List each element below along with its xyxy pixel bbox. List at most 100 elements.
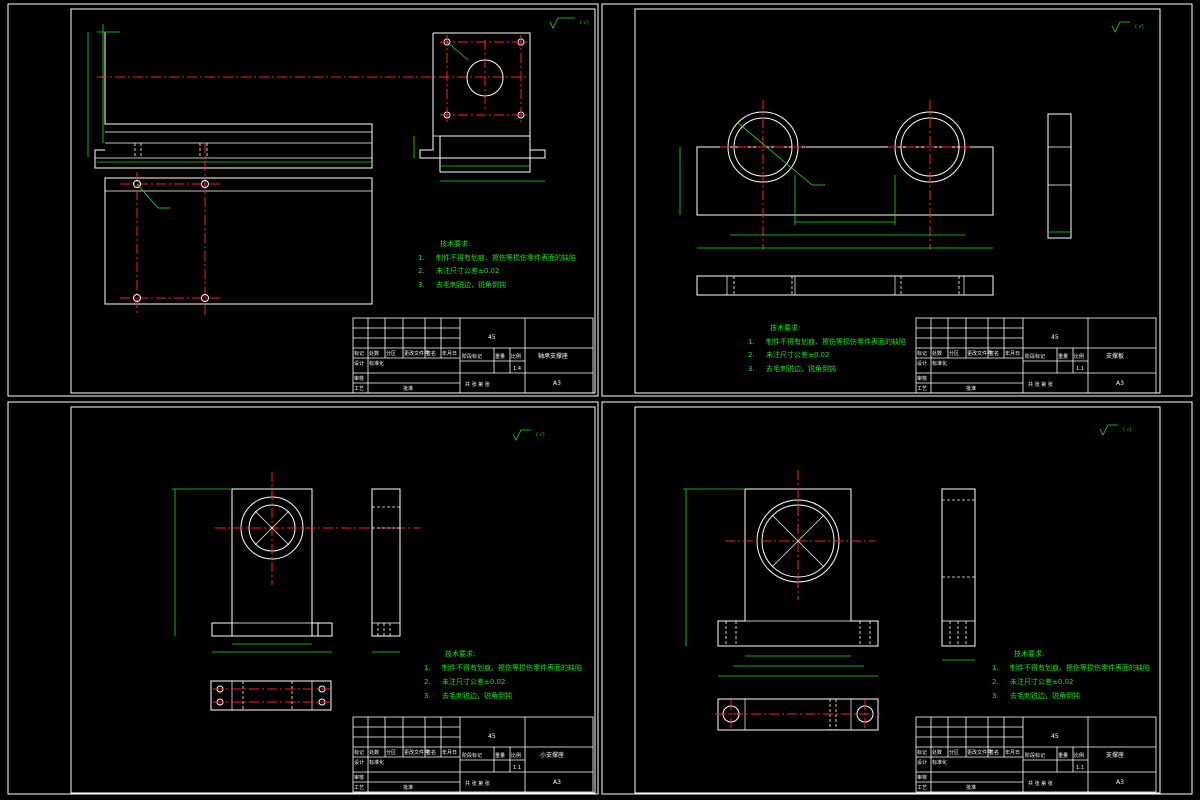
title-block: 标记 处数 分区 更改文件号 签名 年月日 设计 标准化 审核 工艺 批准 阶段…	[915, 317, 1157, 394]
tb-label-date: 年月日	[442, 350, 457, 357]
sheet-inner-frame	[70, 406, 596, 794]
tb-label-approve: 批准	[403, 784, 413, 791]
sheet-outer-border	[601, 401, 1193, 795]
roughness-symbol: ( √)	[1099, 424, 1132, 436]
title-block: 标记 处数 分区 更改文件号 签名 年月日 设计 标准化 审核 工艺 批准 阶段…	[915, 716, 1157, 793]
notes-item-3-number: 3.	[748, 365, 755, 373]
notes-item-2-text: 未注尺寸公差±0.02	[442, 677, 505, 686]
sheet-top-right: ( √) 技术要求: 1. 制件不得有划痕、擦伤等损伤零件表面的缺陷 2. 未注…	[601, 3, 1193, 397]
tb-part-name: 小支撑座	[540, 751, 564, 759]
tb-scale: 1:4	[513, 366, 521, 372]
notes-item-2-text: 未注尺寸公差±0.02	[1010, 677, 1073, 686]
tb-label-std: 标准化	[932, 759, 947, 766]
side-view-bearing-housing	[413, 32, 546, 182]
tb-label-stage: 阶段标记	[1025, 752, 1045, 759]
tb-label-ratio: 比例	[511, 752, 521, 759]
notes-item-2-text: 未注尺寸公差±0.02	[766, 350, 829, 359]
tb-label-zone: 分区	[949, 749, 959, 756]
tb-material: 45	[1051, 334, 1059, 341]
tb-scale: 1:1	[1076, 765, 1084, 771]
notes-item-3-text: 去毛刺锐边，锐角倒钝	[442, 691, 512, 700]
tb-material: 45	[1051, 733, 1059, 740]
tb-label-stage: 阶段标记	[462, 353, 482, 360]
tb-label-mark: 标记	[917, 749, 927, 756]
title-block: 标记 处数 分区 更改文件号 签名 年月日 设计 标准化 审核 工艺 批准 阶段…	[352, 317, 594, 394]
tb-label-date: 年月日	[1005, 350, 1020, 357]
tb-sheet-size: A3	[1116, 380, 1124, 387]
sheet-inner-frame	[634, 406, 1161, 794]
side-view-support-plate	[1047, 113, 1072, 239]
svg-text:( √): ( √)	[580, 20, 589, 26]
tb-label-approve: 批准	[966, 784, 976, 791]
tb-label-process: 工艺	[354, 386, 364, 392]
tb-label-ratio: 比例	[1074, 353, 1084, 360]
tb-sheet-size: A3	[553, 380, 561, 387]
tb-label-ratio: 比例	[511, 353, 521, 360]
top-view-small-support	[210, 680, 332, 711]
notes-item-3-number: 3.	[992, 692, 999, 700]
notes-title: 技术要求:	[1014, 649, 1044, 658]
tb-part-name: 支撑板	[1106, 352, 1124, 360]
technical-notes: 技术要求: 1. 制件不得有划痕、擦伤等损伤零件表面的缺陷 2. 未注尺寸公差±…	[424, 649, 582, 700]
notes-title: 技术要求:	[770, 323, 800, 332]
tb-label-std: 标准化	[369, 360, 384, 367]
tb-label-sign: 签名	[989, 350, 999, 357]
notes-item-3-text: 去毛刺锐边，锐角倒钝	[1010, 691, 1080, 700]
tb-label-process: 工艺	[917, 386, 927, 392]
notes-item-2-number: 2.	[748, 351, 755, 359]
tb-label-count: 处数	[369, 749, 379, 756]
notes-item-3-text: 去毛刺锐边，锐角倒钝	[766, 364, 836, 373]
front-view-support-seat	[683, 470, 879, 677]
tb-total: 共 张 第 张	[1028, 381, 1053, 388]
tb-label-approve: 批准	[403, 385, 413, 392]
notes-item-2-text: 未注尺寸公差±0.02	[436, 266, 499, 275]
tb-label-count: 处数	[369, 350, 379, 357]
tb-label-zone: 分区	[949, 350, 959, 357]
tb-label-design: 设计	[354, 360, 364, 367]
front-view-l-bracket	[87, 24, 530, 169]
notes-item-1-text: 制件不得有划痕、擦伤等损伤零件表面的缺陷	[766, 337, 906, 346]
notes-item-1-text: 制件不得有划痕、擦伤等损伤零件表面的缺陷	[436, 253, 576, 262]
tb-label-count: 处数	[932, 350, 942, 357]
tb-label-weight: 重量	[1058, 752, 1068, 759]
tb-label-sign: 签名	[426, 350, 436, 357]
svg-text:( √): ( √)	[1135, 24, 1144, 30]
notes-item-1-number: 1.	[748, 338, 755, 346]
tb-label-count: 处数	[932, 749, 942, 756]
tb-label-design: 设计	[917, 759, 927, 766]
front-view-small-support	[172, 472, 420, 653]
tb-material: 45	[488, 733, 496, 740]
notes-item-3-text: 去毛刺锐边，锐角倒钝	[436, 280, 506, 289]
notes-item-2-number: 2.	[424, 678, 431, 686]
tb-total: 共 张 第 张	[1028, 780, 1053, 787]
tb-label-mark: 标记	[917, 350, 927, 357]
tb-label-std: 标准化	[369, 759, 384, 766]
sheet-outer-border	[7, 3, 599, 397]
notes-item-1-number: 1.	[992, 664, 999, 672]
tb-scale: 1:1	[513, 765, 521, 771]
tb-label-mark: 标记	[354, 350, 364, 357]
tb-scale: 1:1	[1076, 366, 1084, 372]
side-view-small-support	[371, 488, 401, 653]
notes-item-3-number: 3.	[424, 692, 431, 700]
top-view-base-plate	[104, 143, 373, 316]
top-view-support-seat	[715, 698, 880, 731]
front-view-support-plate	[679, 100, 994, 250]
technical-notes: 技术要求: 1. 制件不得有划痕、擦伤等损伤零件表面的缺陷 2. 未注尺寸公差±…	[748, 323, 906, 373]
cad-drawing-canvas: ( √) 技术要求: 1. 制件不得有划痕、擦伤等损伤零件表面的缺陷 2. 未注…	[7, 3, 1193, 795]
sheet-bottom-right: ( √) 技术要求: 1. 制件不得有划痕、擦伤等损伤零件表面的缺陷 2. 未注…	[601, 401, 1193, 795]
tb-total: 共 张 第 张	[465, 381, 490, 388]
roughness-symbol: ( √)	[512, 429, 545, 441]
title-block: 标记 处数 分区 更改文件号 签名 年月日 设计 标准化 审核 工艺 批准 阶段…	[352, 716, 594, 793]
tb-label-zone: 分区	[386, 749, 396, 756]
tb-label-design: 设计	[917, 360, 927, 367]
tb-label-process: 工艺	[354, 785, 364, 791]
tb-sheet-size: A3	[553, 779, 561, 786]
notes-item-2-number: 2.	[418, 267, 425, 275]
roughness-symbol: ( √)	[549, 17, 589, 29]
technical-notes: 技术要求: 1. 制件不得有划痕、擦伤等损伤零件表面的缺陷 2. 未注尺寸公差±…	[992, 649, 1150, 700]
notes-title: 技术要求:	[440, 239, 470, 248]
sheet-top-left: ( √) 技术要求: 1. 制件不得有划痕、擦伤等损伤零件表面的缺陷 2. 未注…	[7, 3, 599, 397]
notes-item-1-text: 制件不得有划痕、擦伤等损伤零件表面的缺陷	[1010, 663, 1150, 672]
tb-part-name: 轴承支撑座	[538, 352, 568, 360]
